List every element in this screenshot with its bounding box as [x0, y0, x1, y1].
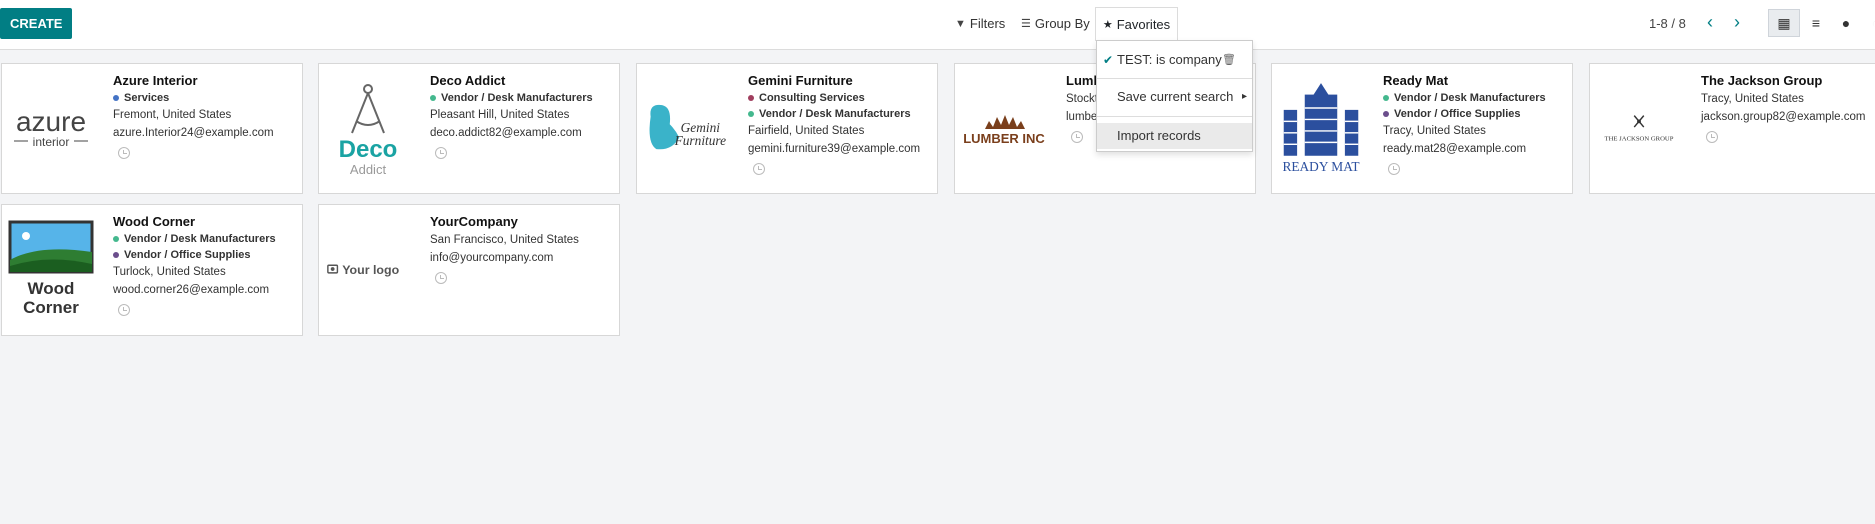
- card-location: Pleasant Hill, United States: [430, 109, 570, 121]
- svg-text:READY MAT: READY MAT: [1282, 159, 1359, 174]
- kanban-card[interactable]: Gemini Furniture Gemini Furniture Consul…: [636, 63, 938, 194]
- svg-text:azure: azure: [16, 106, 86, 137]
- map-view-button[interactable]: ●: [1830, 9, 1862, 37]
- card-tag: Vendor / Desk Manufacturers: [113, 231, 296, 247]
- pager-next-icon[interactable]: ›: [1727, 12, 1747, 34]
- card-email: wood.corner26@example.com: [113, 284, 270, 296]
- card-title[interactable]: Gemini Furniture: [748, 73, 931, 90]
- svg-text:THE JACKSON GROUP: THE JACKSON GROUP: [1605, 135, 1674, 142]
- check-icon: ✔: [1103, 53, 1114, 67]
- svg-text:LUMBER INC: LUMBER INC: [963, 131, 1045, 146]
- card-title[interactable]: Ready Mat: [1383, 73, 1566, 90]
- card-location: San Francisco, United States: [430, 234, 579, 246]
- svg-text:Wood: Wood: [28, 279, 75, 298]
- card-title[interactable]: Azure Interior: [113, 73, 296, 90]
- activity-clock-icon[interactable]: [118, 147, 130, 159]
- card-tag: Vendor / Desk Manufacturers: [1383, 90, 1566, 106]
- trash-icon[interactable]: 🗑: [1222, 47, 1236, 73]
- control-panel: CREATE ▼ Filters ☰ Group By ★ Favorites …: [0, 0, 1875, 50]
- group-by-button[interactable]: ☰ Group By: [1021, 12, 1090, 36]
- card-email: deco.addict82@example.com: [430, 127, 582, 139]
- activity-clock-icon[interactable]: [435, 147, 447, 159]
- card-tag: Vendor / Desk Manufacturers: [430, 90, 613, 106]
- card-location: Fairfield, United States: [748, 125, 865, 137]
- card-tag: Consulting Services: [748, 90, 931, 106]
- kanban-card[interactable]: Deco Addict Deco Addict Vendor / Desk Ma…: [318, 63, 620, 194]
- grid-icon: ▦: [1777, 14, 1791, 31]
- map-marker-icon: ●: [1841, 15, 1851, 31]
- card-email: jackson.group82@example.com: [1701, 111, 1866, 123]
- card-location: Tracy, United States: [1383, 125, 1486, 137]
- filter-icon: ▼: [955, 18, 966, 30]
- card-title[interactable]: YourCompany: [430, 214, 613, 231]
- favorite-filter-item[interactable]: ✔ TEST: is company 🗑: [1097, 47, 1252, 73]
- card-title[interactable]: The Jackson Group: [1701, 73, 1875, 90]
- favorites-dropdown-menu: ✔ TEST: is company 🗑 Save current search…: [1096, 40, 1253, 152]
- menu-divider: [1097, 116, 1252, 117]
- card-email: ready.mat28@example.com: [1383, 143, 1527, 155]
- star-icon: ★: [1102, 19, 1113, 31]
- card-tag: Vendor / Desk Manufacturers: [748, 106, 931, 122]
- kanban-card[interactable]: READY MAT Ready Mat Vendor / Desk Manufa…: [1271, 63, 1573, 194]
- activity-clock-icon[interactable]: [435, 272, 447, 284]
- svg-text:Deco: Deco: [339, 136, 398, 163]
- card-email: info@yourcompany.com: [430, 252, 554, 264]
- card-tag: Services: [113, 90, 296, 106]
- svg-text:Your logo: Your logo: [342, 263, 399, 277]
- kanban-card[interactable]: Wood Corner Wood Corner Vendor / Desk Ma…: [1, 204, 303, 336]
- svg-text:Corner: Corner: [23, 298, 79, 317]
- card-location: Fremont, United States: [113, 109, 232, 121]
- company-logo: Deco Addict: [325, 74, 411, 184]
- pager-previous-icon[interactable]: ‹: [1700, 12, 1720, 34]
- pager-value[interactable]: 1-8 / 8: [1649, 16, 1686, 31]
- card-title[interactable]: Deco Addict: [430, 73, 613, 90]
- company-logo: Your logo: [325, 215, 411, 325]
- filters-button[interactable]: ▼ Filters: [955, 12, 1005, 36]
- kanban-card[interactable]: Your logo YourCompany San Francisco, Uni…: [318, 204, 620, 336]
- company-logo: azure interior: [8, 74, 94, 184]
- activity-clock-icon[interactable]: [1706, 131, 1718, 143]
- activity-clock-icon[interactable]: [1071, 131, 1083, 143]
- kanban-card[interactable]: THE JACKSON GROUP The Jackson Group Trac…: [1589, 63, 1875, 194]
- svg-text:Addict: Addict: [350, 162, 387, 177]
- import-records-item[interactable]: Import records: [1097, 123, 1252, 149]
- card-tag: Vendor / Office Supplies: [1383, 106, 1566, 122]
- company-logo: LUMBER INC: [961, 74, 1047, 184]
- menu-divider: [1097, 78, 1252, 79]
- bars-icon: ☰: [1021, 18, 1031, 30]
- kanban-view-button[interactable]: ▦: [1768, 9, 1800, 37]
- company-logo: Gemini Furniture: [643, 74, 729, 184]
- caret-right-icon: ▸: [1242, 91, 1248, 102]
- activity-clock-icon[interactable]: [118, 304, 130, 316]
- svg-text:interior: interior: [33, 135, 70, 149]
- company-logo: READY MAT: [1278, 74, 1364, 184]
- create-button[interactable]: CREATE: [0, 8, 73, 39]
- filters-label: Filters: [969, 16, 1006, 31]
- card-email: gemini.furniture39@example.com: [748, 143, 921, 155]
- card-location: Turlock, United States: [113, 266, 226, 278]
- list-view-button[interactable]: ≡: [1800, 9, 1832, 37]
- card-email: azure.Interior24@example.com: [113, 127, 274, 139]
- activity-view-button[interactable]: ◔: [1860, 9, 1875, 37]
- group-by-label: Group By: [1034, 16, 1090, 31]
- save-current-search-item[interactable]: Save current search ▸: [1097, 84, 1252, 110]
- company-logo: Wood Corner: [8, 215, 94, 325]
- activity-clock-icon[interactable]: [753, 163, 765, 175]
- list-icon: ≡: [1811, 15, 1821, 31]
- company-logo: THE JACKSON GROUP: [1596, 74, 1682, 184]
- favorites-button[interactable]: ★ Favorites: [1095, 7, 1178, 41]
- card-title[interactable]: Wood Corner: [113, 214, 296, 231]
- svg-text:Furniture: Furniture: [674, 133, 727, 148]
- favorites-label: Favorites: [1116, 17, 1171, 32]
- card-tag: Vendor / Office Supplies: [113, 247, 296, 263]
- activity-clock-icon[interactable]: [1388, 163, 1400, 175]
- kanban-card[interactable]: azure interior Azure Interior Services F…: [1, 63, 303, 194]
- card-location: Tracy, United States: [1701, 93, 1804, 105]
